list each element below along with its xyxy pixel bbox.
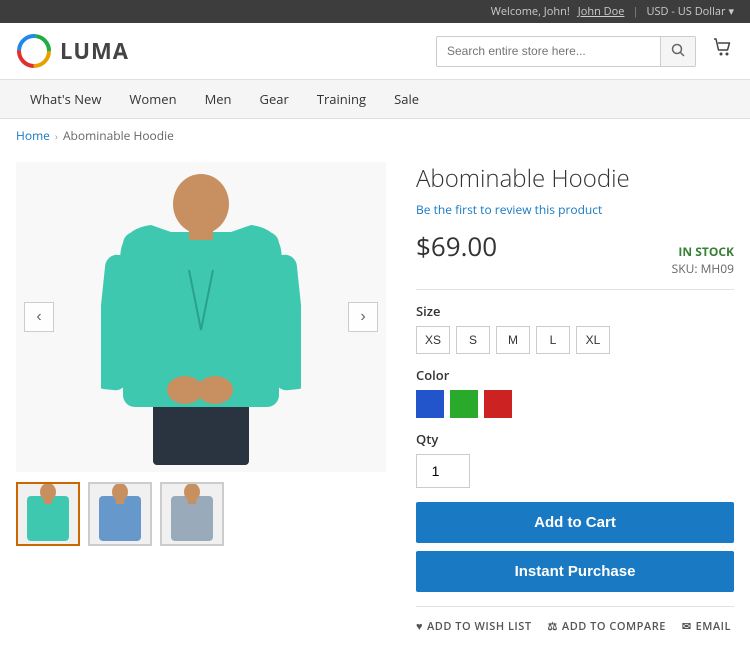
product-image: [101, 170, 301, 465]
email-link[interactable]: ✉ EMAIL: [682, 619, 731, 634]
wishlist-label: ADD TO WISH LIST: [427, 619, 532, 634]
product-title: Abominable Hoodie: [416, 162, 734, 195]
nav-men[interactable]: Men: [191, 80, 246, 118]
add-to-cart-button[interactable]: Add to Cart: [416, 502, 734, 543]
nav-gear[interactable]: Gear: [246, 80, 303, 118]
price-row: $69.00 IN STOCK SKU: MH09: [416, 228, 734, 290]
size-xs[interactable]: XS: [416, 326, 450, 354]
thumbnail-3[interactable]: [160, 482, 224, 546]
color-label: Color: [416, 366, 734, 384]
currency-chevron: ▾: [728, 4, 734, 19]
thumbnail-1[interactable]: [16, 482, 80, 546]
breadcrumb-home[interactable]: Home: [16, 127, 50, 144]
main-nav: What's New Women Men Gear Training Sale: [0, 80, 750, 119]
welcome-text: Welcome, John!: [491, 4, 570, 19]
compare-icon: ⚖: [548, 619, 558, 634]
sku-row: SKU: MH09: [672, 260, 734, 277]
stock-sku: IN STOCK SKU: MH09: [672, 243, 734, 277]
logo[interactable]: LUMA: [16, 33, 129, 69]
qty-section: Qty: [416, 430, 734, 488]
currency-label: USD - US Dollar: [647, 4, 726, 19]
breadcrumb: Home › Abominable Hoodie: [0, 119, 750, 152]
stock-status: IN STOCK: [672, 243, 734, 260]
product-info: Abominable Hoodie Be the first to review…: [416, 162, 734, 634]
breadcrumb-current: Abominable Hoodie: [63, 127, 174, 144]
search-bar[interactable]: [436, 36, 696, 67]
nav-training[interactable]: Training: [303, 80, 380, 118]
logo-icon: [16, 33, 52, 69]
top-bar: Welcome, John! John Doe | USD - US Dolla…: [0, 0, 750, 23]
product-gallery: ‹: [16, 162, 386, 634]
separator: |: [632, 4, 638, 19]
color-options: [416, 390, 734, 418]
color-red[interactable]: [484, 390, 512, 418]
header: LUMA: [0, 23, 750, 80]
color-blue[interactable]: [416, 390, 444, 418]
wishlist-link[interactable]: ♥ ADD TO WISH LIST: [416, 619, 532, 634]
compare-label: ADD TO COMPARE: [562, 619, 666, 634]
nav-whats-new[interactable]: What's New: [16, 80, 115, 118]
main-image: ‹: [16, 162, 386, 472]
size-s[interactable]: S: [456, 326, 490, 354]
product-price: $69.00: [416, 228, 497, 264]
nav-sale[interactable]: Sale: [380, 80, 433, 118]
gallery-prev-button[interactable]: ‹: [24, 302, 54, 332]
sku-value: MH09: [701, 260, 734, 277]
size-m[interactable]: M: [496, 326, 530, 354]
search-button[interactable]: [660, 37, 695, 66]
heart-icon: ♥: [416, 619, 423, 634]
email-label: EMAIL: [696, 619, 731, 634]
review-link[interactable]: Be the first to review this product: [416, 201, 734, 218]
email-icon: ✉: [682, 619, 692, 634]
breadcrumb-separator: ›: [55, 129, 58, 143]
cart-button[interactable]: [712, 37, 734, 65]
qty-input[interactable]: [416, 454, 470, 488]
size-options: XS S M L XL: [416, 326, 734, 354]
qty-label: Qty: [416, 430, 734, 448]
size-section: Size XS S M L XL: [416, 302, 734, 354]
color-green[interactable]: [450, 390, 478, 418]
thumbnails: [16, 482, 386, 546]
size-l[interactable]: L: [536, 326, 570, 354]
sku-label: SKU:: [672, 260, 698, 277]
currency-selector[interactable]: USD - US Dollar ▾: [647, 4, 735, 19]
size-label: Size: [416, 302, 734, 320]
product-actions: ♥ ADD TO WISH LIST ⚖ ADD TO COMPARE ✉ EM…: [416, 606, 734, 634]
logo-text: LUMA: [60, 36, 129, 66]
user-name[interactable]: John Doe: [578, 4, 625, 19]
search-input[interactable]: [437, 38, 660, 64]
gallery-next-button[interactable]: ›: [348, 302, 378, 332]
instant-purchase-button[interactable]: Instant Purchase: [416, 551, 734, 592]
size-xl[interactable]: XL: [576, 326, 610, 354]
product-page: ‹: [0, 152, 750, 654]
nav-women[interactable]: Women: [115, 80, 190, 118]
color-section: Color: [416, 366, 734, 418]
thumbnail-2[interactable]: [88, 482, 152, 546]
compare-link[interactable]: ⚖ ADD TO COMPARE: [548, 619, 666, 634]
